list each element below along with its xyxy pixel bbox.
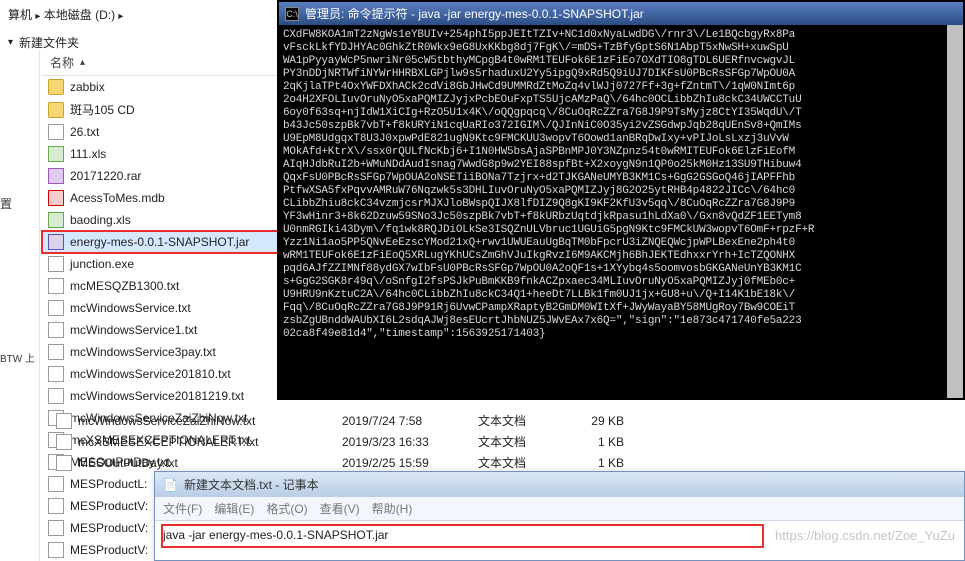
- notepad-menu: 文件(F) 编辑(E) 格式(O) 查看(V) 帮助(H): [155, 497, 964, 521]
- folder-icon: [48, 102, 64, 118]
- notepad-body[interactable]: java -jar energy-mes-0.0.1-SNAPSHOT.jar: [155, 521, 964, 560]
- sort-indicator-icon: ▴: [80, 57, 85, 68]
- txt-icon: [48, 256, 64, 272]
- file-name: mcWindowsService3pay.txt: [70, 345, 216, 359]
- file-name: MESProductV:: [70, 499, 148, 513]
- file-name: baoding.xls: [70, 213, 131, 227]
- file-name: zabbix: [70, 80, 105, 94]
- file-size: 1 KB: [564, 456, 624, 470]
- file-name: 斑马105 CD: [70, 101, 135, 118]
- txt-icon: [48, 520, 64, 536]
- file-name: mcWindowsService.txt: [70, 301, 191, 315]
- notepad-icon: 📄: [163, 478, 178, 492]
- txt-icon: [48, 476, 64, 492]
- jar-icon: [48, 234, 64, 250]
- file-name: mcXSMESEXCEPTIONALERT.txt: [56, 434, 336, 450]
- file-date: 2019/7/24 7:58: [342, 414, 472, 428]
- notepad-title-text: 新建文本文档.txt - 记事本: [184, 476, 319, 493]
- xls-icon: [48, 212, 64, 228]
- chevron-right-icon: ▸: [118, 11, 123, 22]
- txt-icon: [48, 542, 64, 558]
- file-type: 文本文档: [478, 454, 558, 471]
- file-name: 111.xls: [70, 147, 106, 161]
- menu-help[interactable]: 帮助(H): [372, 500, 413, 517]
- txt-icon: [48, 322, 64, 338]
- file-size: 1 KB: [564, 435, 624, 449]
- notepad-window: 📄 新建文本文档.txt - 记事本 文件(F) 编辑(E) 格式(O) 查看(…: [154, 471, 965, 561]
- notepad-titlebar[interactable]: 📄 新建文本文档.txt - 记事本: [155, 472, 964, 497]
- txt-icon: [48, 278, 64, 294]
- left-label-zhi: 置: [0, 195, 12, 212]
- menu-edit[interactable]: 编辑(E): [214, 500, 254, 517]
- file-name: MESProductL:: [70, 477, 147, 491]
- left-panel: 置 BTW 上: [0, 50, 40, 561]
- details-row[interactable]: mcWindowsServiceZaiZhiNow.txt 2019/7/24 7…: [50, 410, 965, 431]
- file-name: MESProductV:: [70, 521, 148, 535]
- file-date: 2019/2/25 15:59: [342, 456, 472, 470]
- txt-icon: [56, 455, 72, 471]
- details-rows: mcWindowsServiceZaiZhiNow.txt 2019/7/24 7…: [50, 410, 965, 473]
- file-name: energy-mes-0.0.1-SNAPSHOT.jar: [70, 235, 249, 249]
- txt-icon: [48, 300, 64, 316]
- file-name: mcMESQZB1300.txt: [70, 279, 179, 293]
- file-type: 文本文档: [478, 412, 558, 429]
- file-name: mcWindowsService201810.txt: [70, 367, 231, 381]
- txt-icon: [48, 498, 64, 514]
- cmd-title-text: 管理员: 命令提示符 - java -jar energy-mes-0.0.1-…: [305, 5, 644, 22]
- notepad-content: java -jar energy-mes-0.0.1-SNAPSHOT.jar: [163, 528, 388, 542]
- rar-icon: [48, 168, 64, 184]
- file-size: 29 KB: [564, 414, 624, 428]
- bullet-icon: ▾: [8, 37, 13, 48]
- column-name-label: 名称: [50, 54, 74, 71]
- breadcrumb-seg1: 算机: [8, 8, 32, 22]
- menu-view[interactable]: 查看(V): [320, 500, 360, 517]
- menu-file[interactable]: 文件(F): [163, 500, 202, 517]
- txt-icon: [56, 413, 72, 429]
- menu-format[interactable]: 格式(O): [266, 500, 307, 517]
- mdb-icon: [48, 190, 64, 206]
- details-row[interactable]: MESOutPutDay.txt 2019/2/25 15:59 文本文档 1 KB: [50, 452, 965, 473]
- file-name: 20171220.rar: [70, 169, 141, 183]
- folder-icon: [48, 79, 64, 95]
- file-name: junction.exe: [70, 257, 134, 271]
- txt-icon: [48, 366, 64, 382]
- file-name: MESOutPutDay.txt: [56, 455, 336, 471]
- file-name: AcessToMes.mdb: [70, 191, 165, 205]
- file-name: 26.txt: [70, 125, 99, 139]
- file-name: mcWindowsService20181219.txt: [70, 389, 244, 403]
- file-name: mcWindowsService1.txt: [70, 323, 197, 337]
- file-date: 2019/3/23 16:33: [342, 435, 472, 449]
- cmd-icon: C:\: [285, 7, 299, 21]
- xls-icon: [48, 146, 64, 162]
- txt-icon: [48, 388, 64, 404]
- details-row[interactable]: mcXSMESEXCEPTIONALERT.txt 2019/3/23 16:33…: [50, 431, 965, 452]
- cmd-output: CXdFW8KOA1mT2zNgWs1eYBUIv+254phI5ppJEItT…: [279, 25, 947, 398]
- txt-icon: [48, 124, 64, 140]
- cmd-titlebar[interactable]: C:\ 管理员: 命令提示符 - java -jar energy-mes-0.…: [279, 2, 963, 25]
- left-label-btw: BTW 上: [0, 350, 35, 365]
- breadcrumb-seg2: 本地磁盘 (D:): [44, 8, 115, 22]
- cmd-scrollbar[interactable]: [947, 25, 963, 398]
- file-name: mcWindowsServiceZaiZhiNow.txt: [56, 413, 336, 429]
- file-type: 文本文档: [478, 433, 558, 450]
- breadcrumb[interactable]: 算机 ▸ 本地磁盘 (D:) ▸: [0, 2, 131, 27]
- chevron-right-icon: ▸: [35, 11, 40, 22]
- new-folder-label: 新建文件夹: [19, 34, 79, 51]
- txt-icon: [56, 434, 72, 450]
- cmd-window: C:\ 管理员: 命令提示符 - java -jar energy-mes-0.…: [277, 0, 965, 400]
- txt-icon: [48, 344, 64, 360]
- file-name: MESProductV:: [70, 543, 148, 557]
